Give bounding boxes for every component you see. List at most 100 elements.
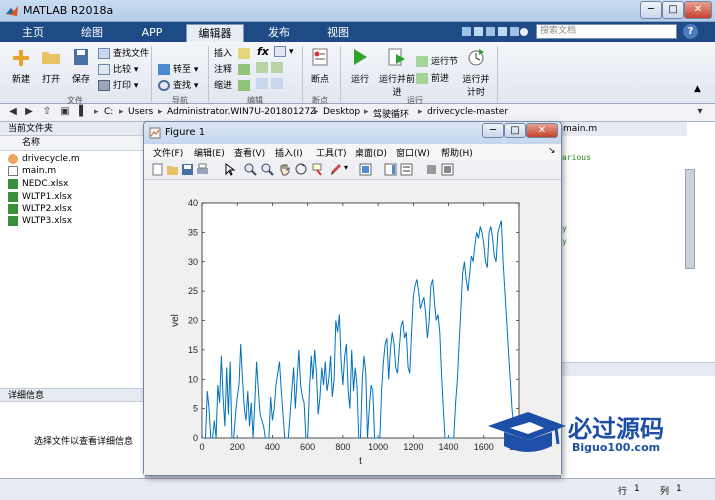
search-input[interactable]: 搜索文档: [536, 24, 677, 39]
run-time-icon: [468, 49, 484, 66]
crumb-drive[interactable]: C:: [104, 107, 113, 117]
advance-button[interactable]: 前进: [416, 71, 449, 84]
link-plot-icon[interactable]: [359, 163, 372, 176]
file-row[interactable]: NEDC.xlsx: [8, 178, 68, 190]
file-row[interactable]: main.m: [8, 165, 56, 177]
menu-file[interactable]: 文件(F): [153, 146, 183, 159]
open-button[interactable]: 打开: [38, 48, 64, 85]
select-arrow-icon[interactable]: [223, 163, 236, 176]
collapse-ribbon-icon[interactable]: ▲: [694, 84, 701, 94]
tab-apps[interactable]: APP: [126, 24, 178, 42]
maximize-button[interactable]: □: [662, 1, 684, 19]
file-row[interactable]: WLTP1.xlsx: [8, 191, 72, 203]
run-button[interactable]: 运行: [346, 48, 374, 85]
y-tick-label: 5: [193, 404, 198, 414]
file-row[interactable]: WLTP3.xlsx: [8, 215, 72, 227]
new-button[interactable]: 新建: [8, 48, 34, 85]
data-cursor-icon[interactable]: [312, 163, 325, 176]
pan-hand-icon[interactable]: [278, 163, 291, 176]
find-files-button[interactable]: 查找文件: [98, 46, 149, 59]
goto-button[interactable]: 转至 ▾: [158, 62, 198, 75]
breakpoints-button[interactable]: 断点: [306, 48, 334, 85]
show-plot-tools-icon[interactable]: [441, 163, 454, 176]
window-titlebar: MATLAB R2018a ─ □ ✕: [0, 0, 715, 22]
minimize-button[interactable]: ─: [640, 1, 662, 19]
menu-desktop[interactable]: 桌面(D): [355, 146, 387, 159]
colorbar-icon[interactable]: [384, 163, 397, 176]
menu-view[interactable]: 查看(V): [234, 146, 265, 159]
figure-toolbar: ▾: [144, 160, 561, 180]
excel-file-icon: [8, 178, 18, 189]
menu-tools[interactable]: 工具(T): [316, 146, 347, 159]
figure-minimize-button[interactable]: ─: [482, 123, 504, 138]
crumb-drivecycle-master[interactable]: drivecycle-master: [427, 107, 508, 117]
x-tick-label: 800: [335, 442, 350, 452]
menu-insert[interactable]: 插入(I): [275, 146, 303, 159]
group-separator: [302, 46, 303, 102]
run-section-button[interactable]: 运行节: [416, 54, 458, 67]
crumb-drive-cycle[interactable]: 驾驶循环: [373, 107, 409, 120]
run-section-icon: [416, 56, 428, 67]
compare-button[interactable]: 比较 ▾: [98, 62, 138, 75]
figure-close-button[interactable]: ✕: [526, 123, 558, 138]
rotate-3d-icon[interactable]: [295, 163, 308, 176]
zoom-in-icon[interactable]: [244, 163, 257, 176]
figure-maximize-button[interactable]: □: [504, 123, 526, 138]
tab-publish[interactable]: 发布: [252, 24, 306, 42]
figure-title: Figure 1: [165, 127, 206, 138]
comment-label: 注释: [214, 65, 233, 75]
save-button[interactable]: 保存: [68, 48, 94, 85]
crumb-desktop[interactable]: Desktop: [323, 107, 360, 117]
zoom-out-icon[interactable]: [261, 163, 274, 176]
quick-access-toolbar[interactable]: [460, 25, 530, 39]
brush-dropdown-icon[interactable]: ▾: [344, 163, 348, 172]
brush-icon[interactable]: [329, 163, 342, 176]
run-advance-button[interactable]: 运行并前进: [378, 48, 416, 98]
editor-scrollbar[interactable]: [685, 169, 695, 269]
indent-buttons[interactable]: [256, 78, 286, 89]
tab-view[interactable]: 视图: [312, 24, 364, 42]
menu-help[interactable]: 帮助(H): [441, 146, 473, 159]
name-column-header[interactable]: 名称: [0, 136, 146, 151]
file-row[interactable]: drivecycle.m: [8, 153, 80, 165]
crumb-user-folder[interactable]: Administrator.WIN7U-20180127Z: [167, 107, 316, 117]
close-button[interactable]: ✕: [684, 1, 712, 19]
fx-dropdown-button[interactable]: ▾: [274, 46, 294, 57]
menu-window[interactable]: 窗口(W): [396, 146, 430, 159]
save-figure-icon[interactable]: [181, 163, 194, 176]
file-row[interactable]: WLTP2.xlsx: [8, 203, 72, 215]
forward-arrow-icon[interactable]: ▶: [22, 105, 36, 119]
tab-home[interactable]: 主页: [8, 24, 58, 42]
indent-button[interactable]: 缩进: [214, 78, 253, 91]
editor-tab-main[interactable]: main.m: [561, 122, 687, 136]
find-button[interactable]: 查找 ▾: [158, 78, 198, 91]
printer-icon: [98, 80, 110, 91]
insert-button[interactable]: 插入: [214, 46, 253, 59]
watermark-subtitle: Biguo100.com: [572, 441, 661, 454]
up-folder-icon[interactable]: ⇧: [40, 105, 54, 119]
excel-file-icon: [8, 191, 18, 202]
help-icon[interactable]: ?: [683, 24, 698, 39]
figure-titlebar[interactable]: Figure 1 ─ □ ✕: [144, 122, 561, 144]
legend-icon[interactable]: [400, 163, 413, 176]
address-dropdown-icon[interactable]: ▾: [693, 105, 707, 119]
open-file-icon[interactable]: [166, 163, 179, 176]
run-time-button[interactable]: 运行并计时: [461, 48, 491, 98]
menu-edit[interactable]: 编辑(E): [194, 146, 225, 159]
goto-label: 转至: [173, 65, 192, 75]
print-figure-icon[interactable]: [196, 163, 209, 176]
fx-button[interactable]: fx: [257, 45, 269, 58]
y-tick-label: 35: [188, 227, 198, 237]
browse-folder-icon[interactable]: ▣: [58, 105, 72, 119]
print-button[interactable]: 打印 ▾: [98, 78, 138, 91]
crumb-users[interactable]: Users: [128, 107, 153, 117]
hide-plot-tools-icon[interactable]: [425, 163, 438, 176]
menu-dock-icon[interactable]: ↘: [548, 146, 556, 156]
open-label: 打开: [41, 75, 60, 85]
back-arrow-icon[interactable]: ◀: [6, 105, 20, 119]
new-figure-icon[interactable]: [151, 163, 164, 176]
tab-editor[interactable]: 编辑器: [186, 24, 244, 42]
tab-plots[interactable]: 绘图: [64, 24, 120, 42]
comment-percent-button[interactable]: [256, 62, 286, 73]
comment-button[interactable]: 注释: [214, 62, 253, 75]
